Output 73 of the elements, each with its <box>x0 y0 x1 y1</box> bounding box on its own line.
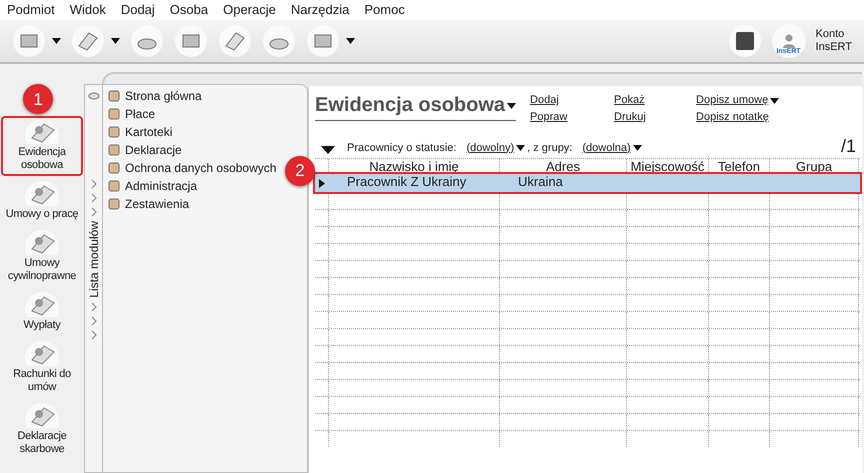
person-icon <box>782 34 796 48</box>
table-cell: Pracownik Z Ukrainy <box>347 174 466 189</box>
row-pointer-icon <box>319 178 325 188</box>
status-dropdown[interactable]: (dowolny) <box>466 140 526 156</box>
toolbar-icon[interactable] <box>12 24 46 58</box>
action-link[interactable]: Dodaj <box>530 92 559 109</box>
account-label: Konto <box>816 28 846 41</box>
document-icon <box>22 118 62 144</box>
module-icon <box>107 179 121 193</box>
toolbar-icon[interactable] <box>71 24 105 58</box>
module-icon <box>107 197 121 211</box>
module-icon <box>107 107 121 121</box>
menu-item[interactable]: Pomoc <box>364 0 405 20</box>
dropdown-arrow-icon <box>770 98 780 104</box>
toolbar-icon[interactable] <box>218 24 252 58</box>
caret-icon <box>516 144 526 151</box>
module-item[interactable]: Płace <box>125 105 156 123</box>
step-badge: 1 <box>23 84 53 114</box>
menu-item[interactable]: Widok <box>70 0 106 20</box>
menu-item[interactable]: Operacje <box>223 0 276 20</box>
page-count: /1 <box>840 136 856 156</box>
action-link[interactable]: Dopisz umowę <box>696 92 768 109</box>
document-icon <box>22 340 62 366</box>
toolbar-icon[interactable] <box>306 24 340 58</box>
action-link[interactable]: Drukuj <box>614 109 646 126</box>
chevron-icon[interactable] <box>90 316 98 326</box>
module-icon <box>107 161 121 175</box>
table-row[interactable]: Pracownik Z Ukrainy Ukraina <box>315 174 860 192</box>
dropdown-arrow-icon <box>507 102 516 109</box>
chevron-icon[interactable] <box>90 330 98 340</box>
module-icon <box>107 143 121 157</box>
sidebar-item[interactable]: Umowy o pracę <box>1 178 83 225</box>
action-link[interactable]: Dopisz notatkę <box>696 109 769 126</box>
menu-item[interactable]: Dodaj <box>120 0 155 20</box>
action-link[interactable]: Popraw <box>530 109 568 126</box>
module-item[interactable]: Kartoteki <box>125 123 172 141</box>
document-icon <box>22 180 62 206</box>
table-cell: Ukraina <box>518 174 563 189</box>
menu-item[interactable]: Narzędzia <box>290 0 350 20</box>
pin-icon[interactable] <box>88 91 100 101</box>
action-link[interactable]: Pokaż <box>614 92 645 109</box>
toolbar-icon[interactable] <box>174 24 208 58</box>
module-item[interactable]: Ochrona danych osobowych <box>125 159 276 177</box>
group-dropdown[interactable]: (dowolna) <box>582 140 642 156</box>
sidebar-item[interactable]: Wypłaty <box>1 289 83 336</box>
module-item[interactable]: Strona główna <box>125 87 202 105</box>
module-title[interactable]: Ewidencja osobowa <box>315 90 516 121</box>
dropdown-arrow-icon <box>52 38 61 44</box>
cube-icon[interactable] <box>728 24 762 58</box>
toolbar-icon[interactable] <box>262 24 296 58</box>
caret-icon <box>632 144 642 151</box>
panel-title: Lista modułów <box>86 221 102 298</box>
module-item[interactable]: Administracja <box>125 177 198 195</box>
chevron-icon[interactable] <box>90 302 98 312</box>
sidebar-item[interactable]: Umowy cywilnoprawne <box>1 227 83 287</box>
filter-label: Pracownicy o statusie: <box>347 140 456 156</box>
module-item[interactable]: Zestawienia <box>125 195 190 213</box>
collapse-arrow-icon[interactable] <box>321 146 335 154</box>
menu-item[interactable]: Podmiot <box>7 0 55 20</box>
sidebar-item[interactable]: Deklaracje skarbowe <box>1 400 83 460</box>
dropdown-arrow-icon <box>346 38 355 44</box>
toolbar-icon[interactable] <box>130 24 164 58</box>
document-icon <box>22 291 62 317</box>
document-icon <box>22 229 62 255</box>
module-icon <box>107 89 121 103</box>
account-name: InsERT <box>816 41 852 54</box>
menu-item[interactable]: Osoba <box>170 0 208 20</box>
sidebar-item[interactable]: Rachunki do umów <box>1 338 83 398</box>
dropdown-arrow-icon <box>111 38 120 44</box>
document-icon <box>22 402 62 428</box>
module-item[interactable]: Deklaracje <box>125 141 182 159</box>
module-icon <box>107 125 121 139</box>
filter-label: , z grupy: <box>527 140 572 156</box>
